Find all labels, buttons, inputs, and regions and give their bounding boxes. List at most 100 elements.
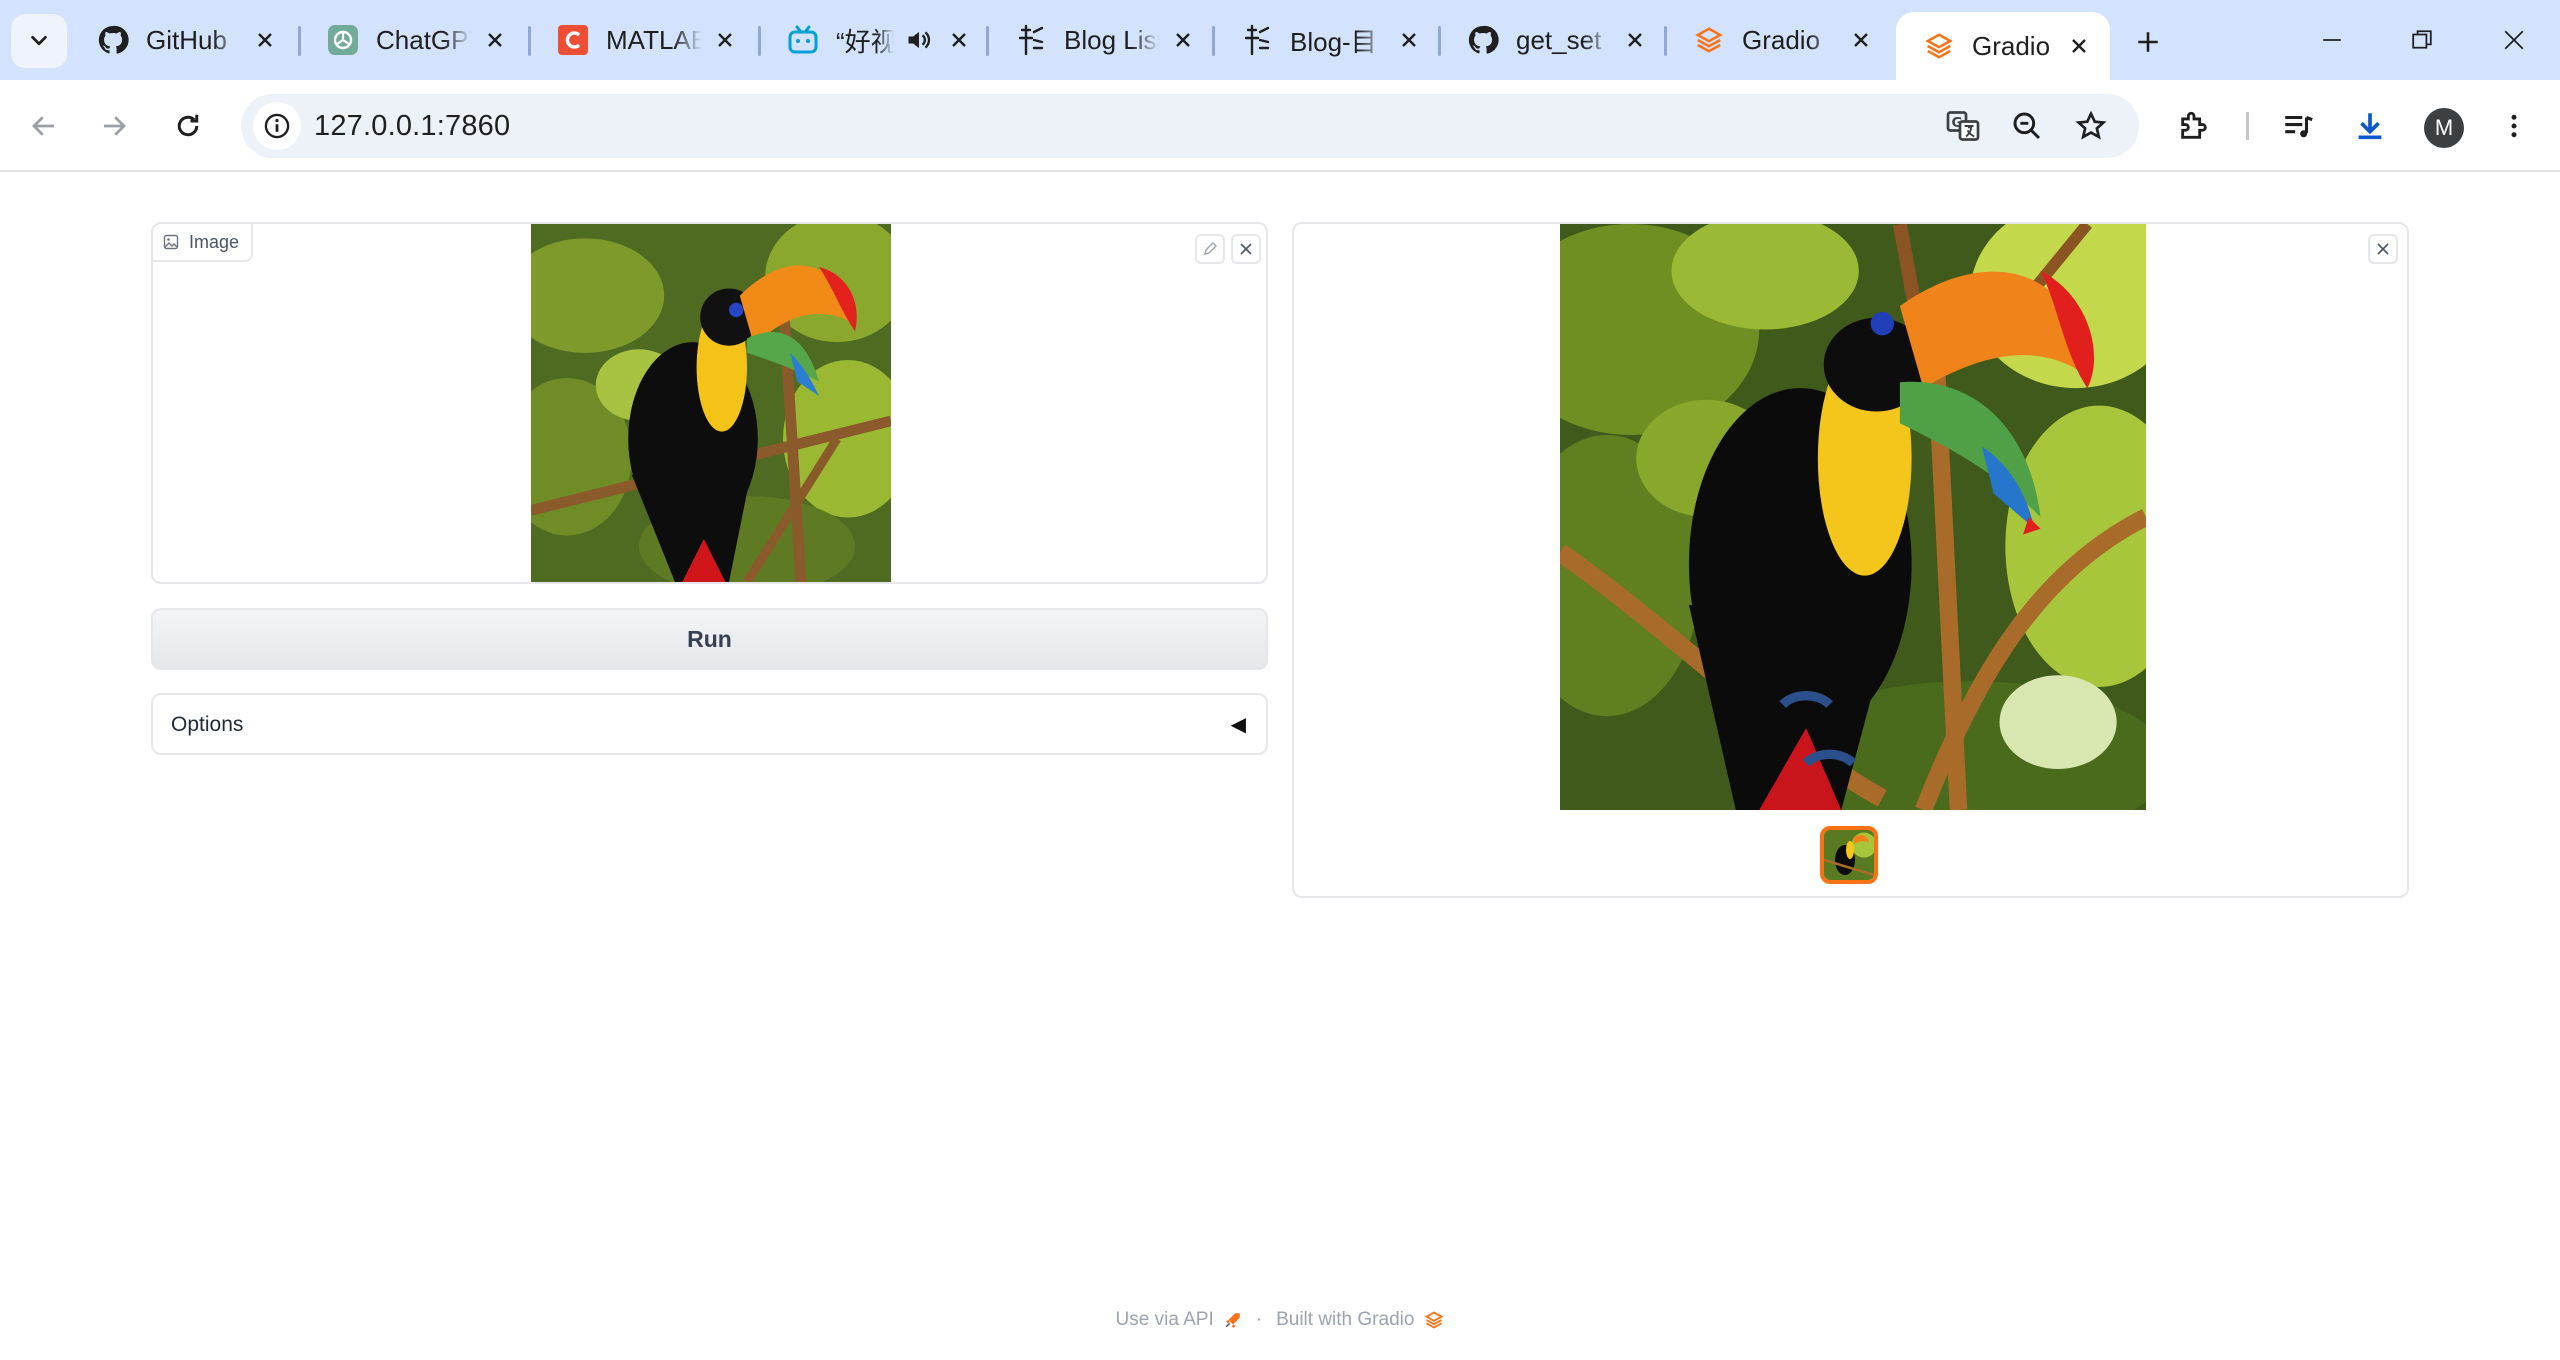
toolbar-divider	[2246, 112, 2249, 140]
minimize-icon	[2323, 39, 2341, 41]
restore-icon	[2412, 30, 2432, 49]
run-button[interactable]: Run	[151, 608, 1268, 670]
tab-gradio[interactable]: Gradio	[1666, 12, 1892, 68]
close-icon[interactable]	[1394, 25, 1424, 55]
chatgpt-icon	[326, 23, 360, 57]
close-icon[interactable]	[2064, 31, 2094, 61]
close-icon[interactable]	[1846, 25, 1876, 55]
input-image-label: Image	[153, 224, 254, 262]
browser-menu-button[interactable]	[2490, 102, 2538, 150]
star-icon	[2075, 110, 2107, 140]
bilibili-icon	[786, 23, 820, 57]
gradio-icon	[1922, 29, 1956, 63]
tab-github[interactable]: GitHub	[70, 12, 296, 68]
footer-separator: ·	[1255, 1309, 1263, 1330]
tab-title: Blog-目	[1290, 26, 1377, 57]
input-image-panel[interactable]: Image	[151, 222, 1268, 584]
built-with-gradio-text: Built with Gradio	[1276, 1309, 1415, 1330]
more-vertical-icon	[2511, 114, 2517, 138]
tab-title: “好视	[836, 26, 894, 57]
input-image-preview	[531, 224, 891, 582]
reload-button[interactable]	[162, 100, 214, 152]
arrow-left-icon	[32, 116, 54, 136]
profile-avatar[interactable]: M	[2424, 108, 2464, 148]
clear-output-button[interactable]	[2368, 234, 2398, 264]
image-icon	[163, 234, 179, 250]
media-control-button[interactable]	[2274, 102, 2322, 150]
close-icon[interactable]	[944, 25, 974, 55]
toucan-image-small	[531, 224, 891, 582]
use-via-api-text: Use via API	[1115, 1309, 1214, 1330]
close-icon	[2504, 30, 2524, 50]
tab-strip: GitHub ChatGPT MATLAB “好视 B	[0, 0, 2560, 80]
close-icon	[2377, 243, 2389, 255]
gradio-logo-icon	[1425, 1311, 1444, 1329]
back-button[interactable]	[18, 100, 70, 152]
reload-icon	[177, 114, 199, 137]
input-image-label-text: Image	[189, 231, 240, 252]
downloads-button[interactable]	[2346, 102, 2394, 150]
address-bar[interactable]: 127.0.0.1:7860 G	[241, 94, 2139, 158]
toucan-image-large	[1560, 224, 2146, 810]
music-queue-icon	[2285, 115, 2313, 138]
arrow-right-icon	[104, 116, 126, 136]
tab-search-button[interactable]	[11, 14, 67, 68]
footer: Use via API · Built with Gradio	[0, 1306, 2560, 1334]
options-accordion[interactable]: Options ◀	[151, 693, 1268, 755]
speaker-icon[interactable]	[902, 23, 936, 57]
tab-gradio-active[interactable]: Gradio	[1896, 12, 2110, 80]
tab-matlab[interactable]: MATLAB	[530, 12, 756, 68]
close-icon[interactable]	[480, 25, 510, 55]
tab-bilibili[interactable]: “好视	[760, 12, 986, 68]
github-icon	[1466, 23, 1500, 57]
pencil-icon	[1204, 242, 1217, 255]
plus-icon	[2138, 32, 2158, 52]
output-image-preview[interactable]	[1560, 224, 2146, 810]
close-icon	[1240, 243, 1252, 255]
tab-get-set[interactable]: get_set	[1440, 12, 1666, 68]
tab-blog-list[interactable]: Blog List	[988, 12, 1214, 68]
translate-button[interactable]: G	[1943, 106, 1983, 146]
gallery-thumbnail[interactable]	[1820, 826, 1878, 884]
tab-title: MATLAB	[606, 24, 702, 55]
browser-toolbar: 127.0.0.1:7860 G M	[0, 80, 2560, 172]
output-gallery-panel	[1292, 222, 2409, 898]
edit-image-button[interactable]	[1195, 234, 1225, 264]
puzzle-icon	[2181, 111, 2207, 139]
download-icon	[2358, 113, 2382, 140]
tab-title: get_set	[1516, 24, 1602, 55]
extensions-button[interactable]	[2170, 102, 2218, 150]
built-with-gradio-link[interactable]: Built with Gradio	[1276, 1309, 1444, 1331]
translate-icon: G	[1946, 111, 1980, 141]
site-info-button[interactable]	[253, 102, 301, 150]
blog-icon	[1014, 23, 1048, 57]
close-icon[interactable]	[1168, 25, 1198, 55]
gradio-icon	[1692, 23, 1726, 57]
chevron-down-icon	[31, 35, 47, 46]
forward-button[interactable]	[88, 100, 140, 152]
close-icon[interactable]	[250, 25, 280, 55]
close-icon[interactable]	[1620, 25, 1650, 55]
tab-chatgpt[interactable]: ChatGPT	[300, 12, 526, 68]
url-text[interactable]: 127.0.0.1:7860	[314, 110, 510, 143]
clear-input-button[interactable]	[1231, 234, 1261, 264]
tab-title: Gradio	[1972, 30, 2051, 61]
caret-left-icon: ◀	[1230, 714, 1246, 736]
matlab-icon	[556, 23, 590, 57]
minimize-button[interactable]	[2302, 16, 2362, 64]
zoom-out-icon	[2013, 112, 2041, 140]
restore-button[interactable]	[2392, 16, 2452, 64]
tab-blog[interactable]: Blog-目	[1214, 12, 1440, 68]
bookmark-button[interactable]	[2071, 106, 2111, 146]
github-icon	[96, 23, 130, 57]
close-window-button[interactable]	[2484, 16, 2544, 64]
rocket-icon	[1225, 1313, 1240, 1328]
use-via-api-link[interactable]: Use via API	[1116, 1309, 1242, 1331]
new-tab-button[interactable]	[2126, 20, 2170, 64]
tab-title: GitHub	[146, 24, 227, 55]
close-icon[interactable]	[710, 25, 740, 55]
options-label: Options	[171, 713, 244, 736]
info-icon	[264, 113, 290, 139]
tab-title: ChatGPT	[376, 24, 472, 55]
zoom-button[interactable]	[2007, 106, 2047, 146]
